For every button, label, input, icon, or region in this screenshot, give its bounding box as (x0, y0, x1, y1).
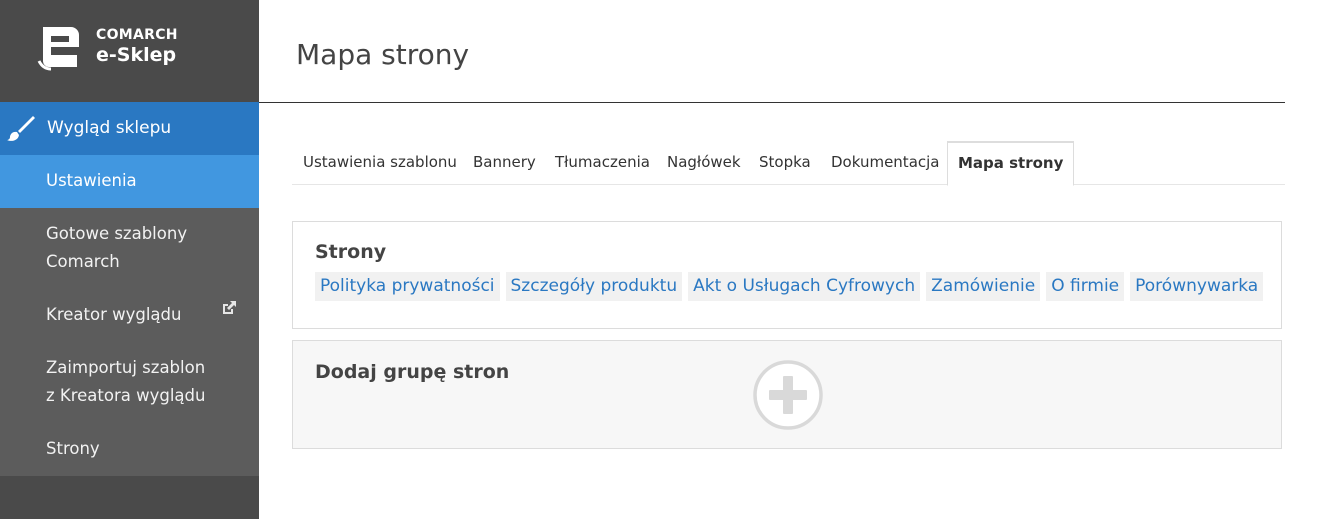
tab-template-settings[interactable]: Ustawienia szablonu (303, 153, 457, 171)
plus-circle-icon[interactable] (752, 359, 824, 431)
sidebar-section-label: Wygląd sklepu (47, 118, 172, 138)
sidebar-item-label-line2: Comarch (46, 252, 120, 271)
page-link-privacy-policy[interactable]: Polityka prywatności (315, 272, 500, 301)
sidebar-item-label: Kreator wyglądu (46, 305, 182, 324)
page-link-comparison[interactable]: Porównywarka (1130, 272, 1264, 301)
sidebar-item-label: Ustawienia (46, 171, 137, 190)
brand-line-2: e-Sklep (96, 44, 177, 66)
sidebar-item-import-template[interactable]: Zaimportuj szablon z Kreatora wyglądu (0, 354, 259, 410)
page-link-about-company[interactable]: O firmie (1046, 272, 1125, 301)
tab-sitemap[interactable]: Mapa strony (947, 141, 1075, 186)
tab-banners[interactable]: Bannery (473, 153, 536, 171)
sidebar-item-label-line2: z Kreatora wyglądu (46, 386, 206, 405)
sidebar-item-settings[interactable]: Ustawienia (0, 155, 259, 208)
brand-name: COMARCH e-Sklep (96, 27, 178, 67)
page-title: Mapa strony (296, 38, 470, 71)
tab-header[interactable]: Nagłówek (667, 153, 741, 171)
sidebar-section-appearance[interactable]: Wygląd sklepu (0, 102, 259, 155)
pages-group-links: Polityka prywatności Szczegóły produktu … (315, 272, 1264, 301)
sidebar: COMARCH e-Sklep Wygląd sklepu Ustawienia… (0, 0, 259, 519)
sidebar-item-label: Strony (46, 439, 100, 458)
paintbrush-icon (7, 116, 35, 141)
comarch-logo-icon (37, 27, 79, 71)
pages-group-title: Strony (315, 241, 387, 263)
tab-translations[interactable]: Tłumaczenia (555, 153, 650, 171)
pages-group-card: Strony Polityka prywatności Szczegóły pr… (292, 221, 1282, 329)
add-page-group-title: Dodaj grupę stron (315, 361, 510, 383)
tab-footer[interactable]: Stopka (759, 153, 811, 171)
sidebar-item-pages[interactable]: Strony (0, 435, 259, 463)
page-link-product-details[interactable]: Szczegóły produktu (505, 272, 683, 301)
title-divider (259, 102, 1285, 103)
page-link-order[interactable]: Zamówienie (926, 272, 1041, 301)
sidebar-item-label-line1: Gotowe szablony (46, 224, 188, 243)
add-page-group-card[interactable]: Dodaj grupę stron (292, 340, 1282, 449)
brand-line-1: COMARCH (96, 27, 178, 43)
page-link-digital-services-act[interactable]: Akt o Usługach Cyfrowych (688, 272, 921, 301)
sidebar-item-ready-templates[interactable]: Gotowe szablony Comarch (0, 220, 259, 276)
logo[interactable]: COMARCH e-Sklep (0, 0, 259, 102)
tab-documentation[interactable]: Dokumentacja (831, 153, 940, 171)
sidebar-item-label-line1: Zaimportuj szablon (46, 358, 206, 377)
external-link-icon[interactable] (221, 300, 237, 316)
tab-bar: Ustawienia szablonu Bannery Tłumaczenia … (292, 141, 1285, 186)
